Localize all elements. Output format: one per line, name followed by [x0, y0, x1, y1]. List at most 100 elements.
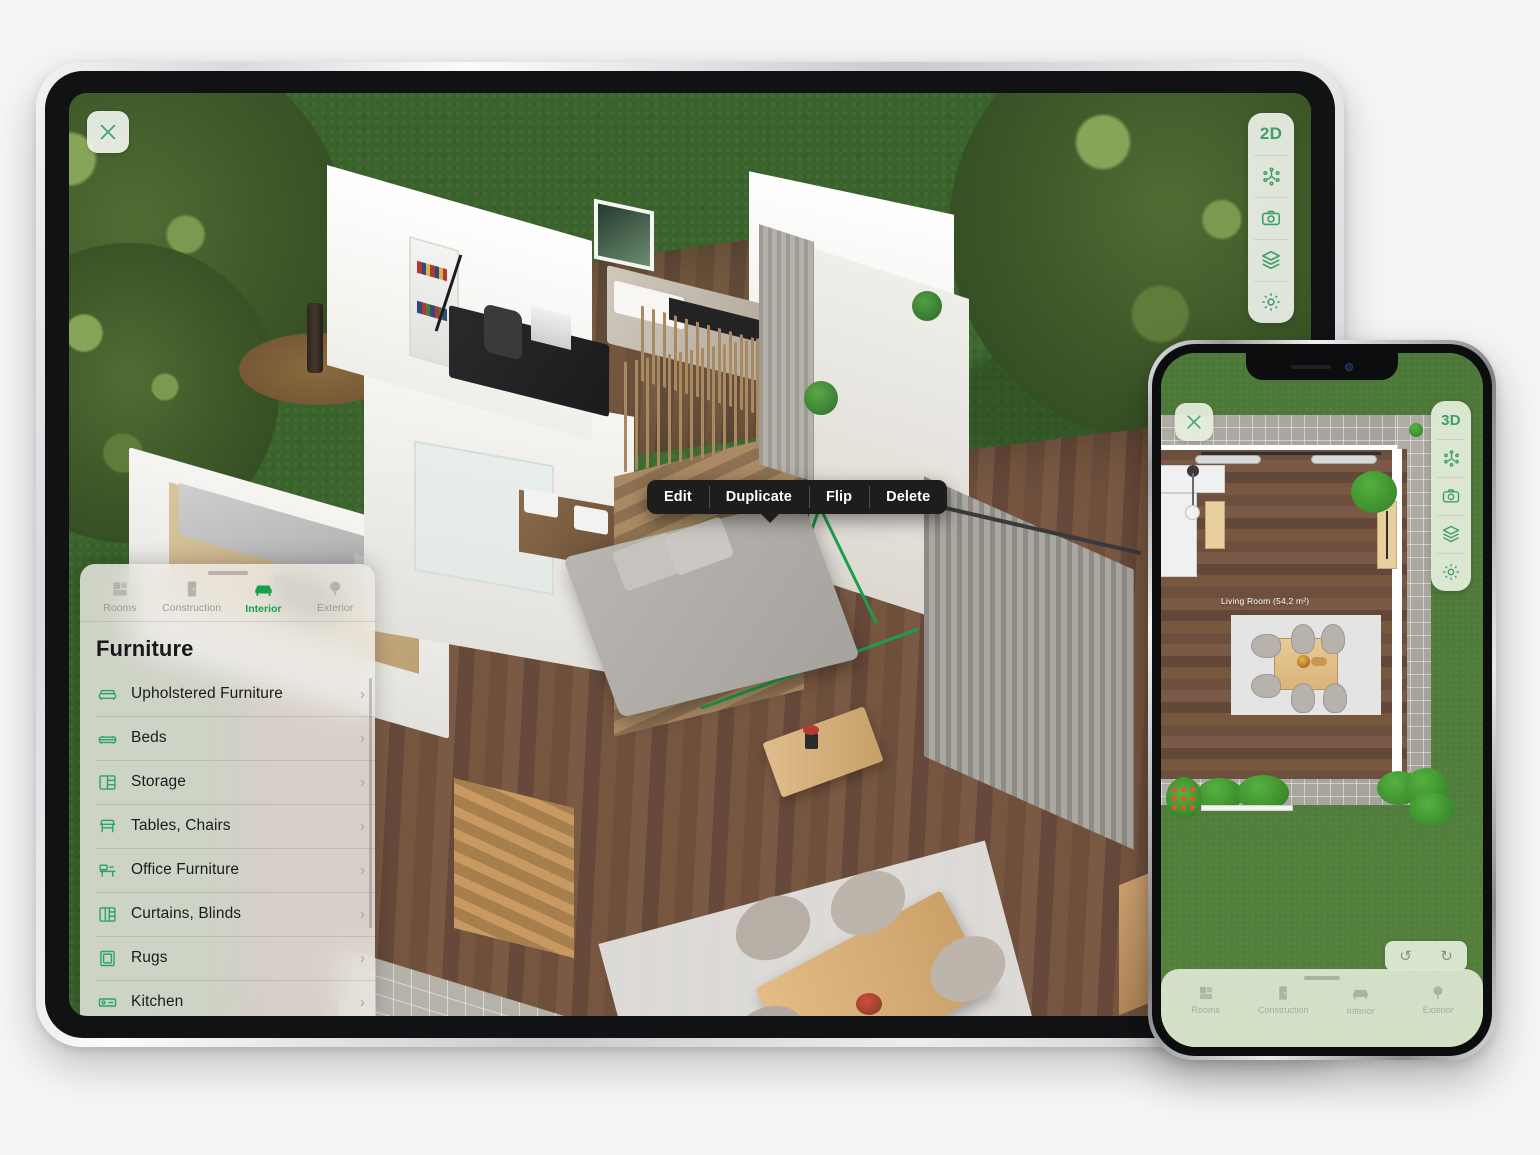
bed-icon [96, 728, 118, 749]
list-item[interactable]: Upholstered Furniture › [80, 672, 375, 716]
view-mode-label: 3D [1441, 411, 1461, 429]
desk-icon [96, 860, 118, 881]
list-item[interactable]: Rugs › [80, 936, 375, 980]
settings-button[interactable] [1248, 281, 1294, 323]
layers-button[interactable] [1431, 515, 1471, 553]
tab-rooms[interactable]: Rooms [84, 579, 156, 615]
close-button[interactable] [87, 111, 129, 153]
catalog-list[interactable]: Upholstered Furniture › Beds › Storage ›… [80, 672, 375, 1016]
tab-construction[interactable]: Construction [156, 579, 228, 615]
camera-button[interactable] [1248, 197, 1294, 239]
plan-indoor-plant [1351, 471, 1397, 513]
view-mode-label: 2D [1259, 124, 1283, 143]
layers-button[interactable] [1248, 239, 1294, 281]
gear-icon [1443, 564, 1459, 580]
plan-door-swing [1386, 511, 1388, 559]
list-item-label: Curtains, Blinds [131, 905, 242, 922]
phone-screen[interactable]: Living Room (54,2 m²) ↺ ↻ 3D Rooms Const… [1161, 353, 1483, 1047]
list-item[interactable]: Curtains, Blinds › [80, 892, 375, 936]
curtain-icon [96, 904, 118, 925]
tab-interior[interactable]: Interior [1322, 984, 1400, 1016]
plan-curtain-right [1311, 455, 1377, 464]
list-item-label: Storage [131, 773, 186, 790]
list-item-label: Upholstered Furniture [131, 685, 284, 702]
object-context-menu[interactable]: Edit Duplicate Flip Delete [647, 480, 948, 514]
tree-trunk-left [307, 303, 323, 373]
orbit-icon [1262, 166, 1280, 186]
list-item[interactable]: Storage › [80, 760, 375, 804]
chevron-right-icon: › [360, 861, 365, 879]
close-button[interactable] [1175, 403, 1213, 441]
tab-label: Exterior [317, 602, 354, 614]
list-item-label: Tables, Chairs [131, 817, 231, 834]
rooms-icon [113, 582, 127, 596]
panel-grabber[interactable] [1304, 976, 1340, 980]
tab-label: Exterior [1422, 1005, 1454, 1015]
tab-rooms[interactable]: Rooms [1167, 984, 1245, 1016]
chevron-right-icon: › [360, 685, 365, 703]
tab-label: Interior [245, 603, 282, 615]
catalog-tab-bar[interactable]: Rooms Construction Interior Exterior [80, 577, 375, 621]
tab-label: Interior [1346, 1006, 1375, 1016]
list-item[interactable]: Tables, Chairs › [80, 804, 375, 848]
context-menu-item-flip[interactable]: Flip [808, 480, 869, 514]
tab-construction[interactable]: Construction [1245, 984, 1323, 1016]
front-camera [1345, 362, 1353, 371]
orbit-button[interactable] [1248, 155, 1294, 197]
view-mode-toggle-3d[interactable]: 3D [1431, 401, 1471, 439]
tab-exterior[interactable]: Exterior [299, 579, 371, 615]
plan-garden-bush [1409, 793, 1455, 825]
plan-wall-top [1161, 445, 1397, 450]
phone-notch [1246, 353, 1398, 380]
table-icon [96, 816, 118, 837]
layers-icon [1442, 525, 1460, 543]
plan-berries [1170, 785, 1198, 811]
plan-table-bowl [1297, 655, 1310, 668]
table-flowers [803, 725, 819, 735]
camera-button[interactable] [1431, 477, 1471, 515]
tab-exterior[interactable]: Exterior [1400, 984, 1478, 1016]
plan-dining-chair [1291, 624, 1315, 654]
interior-icon [255, 585, 272, 596]
history-controls[interactable]: ↺ ↻ [1385, 941, 1467, 971]
furniture-catalog-panel[interactable]: Rooms Construction Interior Exterior Fur… [80, 564, 375, 1016]
list-item[interactable]: Kitchen › [80, 980, 375, 1016]
panel-grabber[interactable] [207, 571, 248, 575]
list-item[interactable]: Beds › [80, 716, 375, 760]
chevron-right-icon: › [360, 817, 365, 835]
context-menu-item-edit[interactable]: Edit [647, 480, 709, 514]
plan-dining-chair [1251, 674, 1281, 698]
context-menu-item-delete[interactable]: Delete [869, 480, 947, 514]
plan-dining-chair [1321, 624, 1345, 654]
camera-icon [1261, 210, 1281, 226]
tablet-screen[interactable]: Edit Duplicate Flip Delete 2D Rooms Cons… [69, 93, 1311, 1016]
context-menu-arrow [761, 514, 779, 523]
plan-lamp-shade [1185, 505, 1200, 520]
tab-interior[interactable]: Interior [228, 579, 300, 615]
undo-button[interactable]: ↺ [1399, 947, 1412, 965]
plan-curtain-left [1195, 455, 1261, 464]
redo-button[interactable]: ↻ [1440, 947, 1453, 965]
list-item[interactable]: Office Furniture › [80, 848, 375, 892]
phone-tabs[interactable]: Rooms Construction Interior Exterior [1161, 984, 1483, 1016]
phone-tab-bar[interactable]: Rooms Construction Interior Exterior [1161, 969, 1483, 1047]
tab-label: Rooms [103, 602, 137, 614]
list-item-label: Office Furniture [131, 861, 240, 878]
screenshot-stage: Edit Duplicate Flip Delete 2D Rooms Cons… [0, 0, 1540, 1155]
view-mode-toggle-2d[interactable]: 2D [1248, 113, 1294, 155]
catalog-scrollbar[interactable] [369, 678, 372, 928]
view-toolbar[interactable]: 3D [1431, 401, 1471, 591]
curtain-panel [759, 224, 814, 482]
view-toolbar[interactable]: 2D [1248, 113, 1294, 323]
plan-dining-chair [1251, 634, 1281, 658]
settings-button[interactable] [1431, 553, 1471, 591]
plan-dining-chair [1323, 683, 1347, 713]
plan-planter-box [1201, 805, 1293, 811]
layers-icon [1261, 250, 1281, 270]
room-label: Living Room (54,2 m²) [1221, 596, 1310, 606]
orbit-button[interactable] [1431, 439, 1471, 477]
chevron-right-icon: › [360, 773, 365, 791]
plan-door-left [1205, 501, 1225, 549]
context-menu-item-duplicate[interactable]: Duplicate [708, 480, 809, 514]
exterior-icon [1433, 986, 1443, 999]
